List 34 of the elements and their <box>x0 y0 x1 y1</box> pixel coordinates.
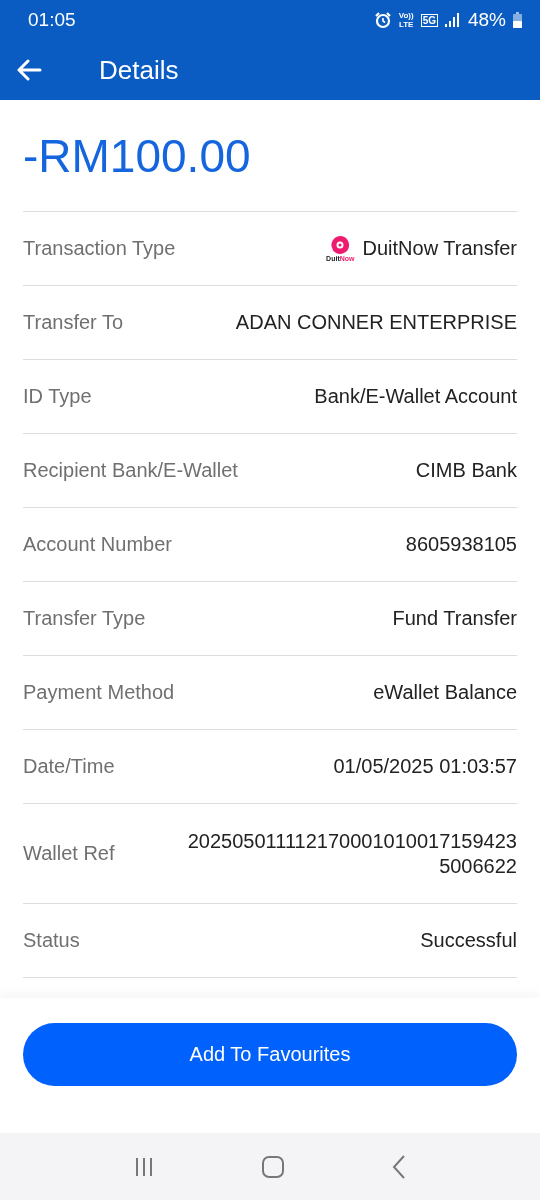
volte-indicator: Vo)) LTE <box>398 11 414 29</box>
detail-label: Transfer To <box>23 311 124 334</box>
home-icon[interactable] <box>261 1154 285 1179</box>
detail-value: CIMB Bank <box>415 458 517 483</box>
recent-apps-icon[interactable] <box>133 1155 155 1178</box>
status-time: 01:05 <box>28 9 76 31</box>
detail-value: ADAN CONNER ENTERPRISE <box>235 310 517 335</box>
detail-value: 8605938105 <box>405 532 517 557</box>
detail-value: eWallet Balance <box>373 680 517 705</box>
detail-label: Payment Method <box>23 681 175 704</box>
detail-label: Account Number <box>23 533 172 556</box>
detail-value: Fund Transfer <box>392 606 517 631</box>
network-indicator: 5G <box>420 13 438 27</box>
detail-value: 2025050111121700010100171594235006622 <box>186 828 517 879</box>
battery-percent: 48% <box>467 9 506 31</box>
alarm-icon <box>373 11 392 29</box>
detail-label: Status <box>23 929 80 952</box>
detail-value: DuitNow Transfer <box>362 236 517 261</box>
detail-label: Wallet Ref <box>23 842 115 865</box>
detail-label: Date/Time <box>23 755 115 778</box>
detail-label: Transfer Type <box>23 607 146 630</box>
detail-label: ID Type <box>23 385 92 408</box>
detail-label: Recipient Bank/E-Wallet <box>23 459 238 482</box>
detail-label: Transaction Type <box>23 237 176 260</box>
back-button[interactable] <box>16 59 42 81</box>
back-icon[interactable] <box>391 1153 407 1180</box>
detail-value: Successful <box>420 928 517 953</box>
detail-value: 01/05/2025 01:03:57 <box>333 754 517 779</box>
battery-icon <box>513 12 522 28</box>
page-title: Details <box>99 54 179 86</box>
detail-value: Bank/E-Wallet Account <box>314 384 517 409</box>
add-to-favourites-button[interactable]: Add To Favourites <box>23 1023 517 1086</box>
amount: -RM100.00 <box>23 100 517 212</box>
signal-icon <box>444 13 461 27</box>
